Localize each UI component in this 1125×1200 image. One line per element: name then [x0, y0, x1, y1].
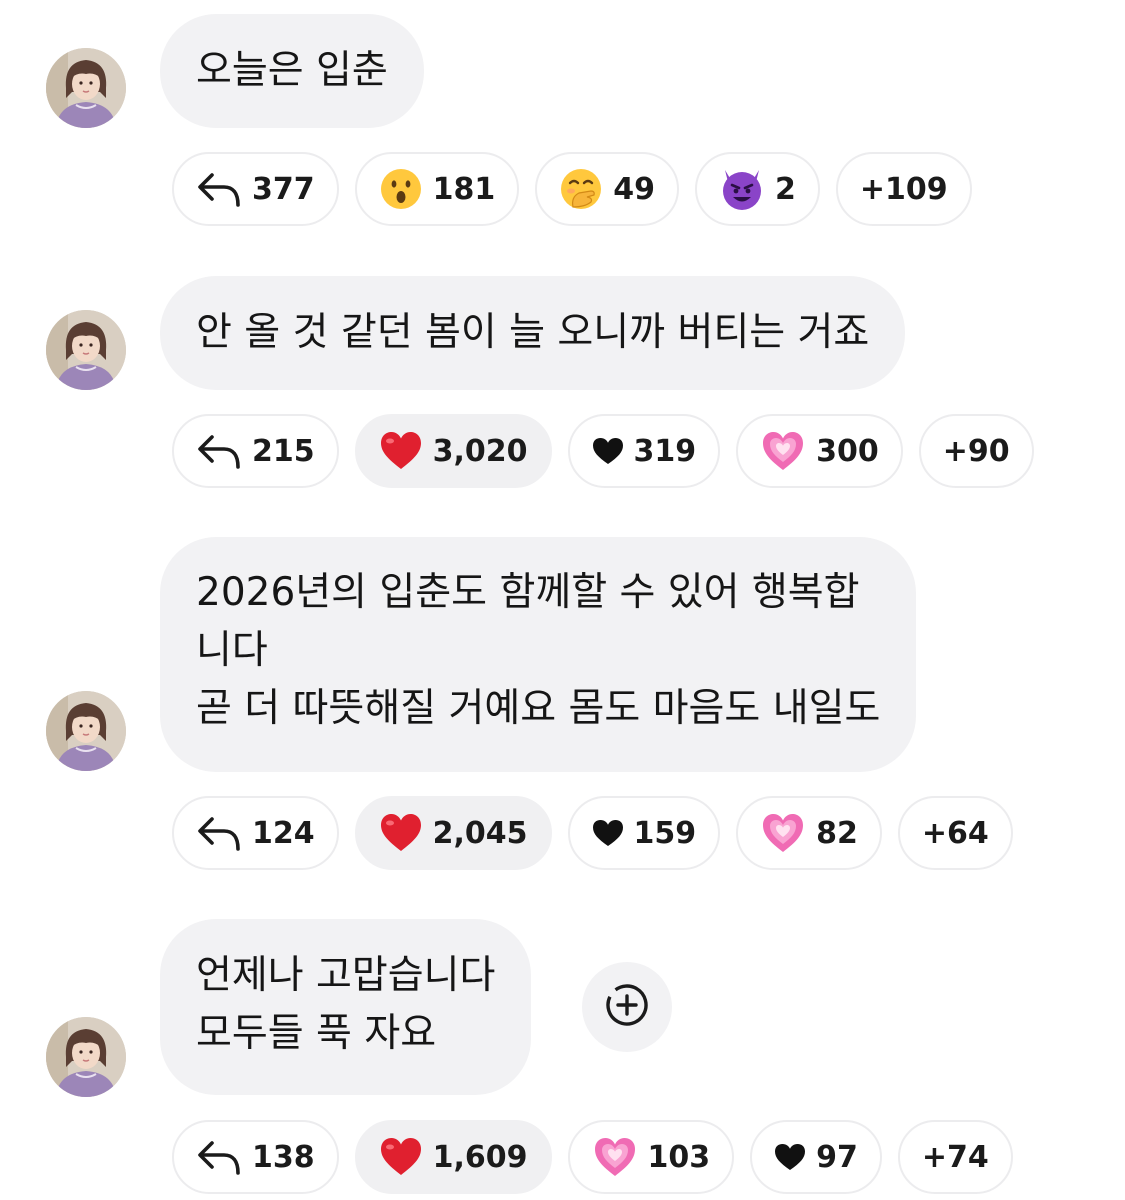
reaction-red-heart[interactable]: 1,609 [354, 1120, 552, 1194]
message-bubble[interactable]: 2026년의 입춘도 함께할 수 있어 행복합 니다 곧 더 따뜻해질 거예요 … [160, 537, 917, 772]
pink-sparkling-heart-emoji [760, 812, 806, 854]
smiling-devil-emoji [719, 166, 765, 212]
reaction-bar: 377 181 49 2 +109 [172, 152, 972, 230]
reaction-black-heart[interactable]: 97 [750, 1120, 882, 1194]
reaction-pink-heart[interactable]: 103 [567, 1120, 735, 1194]
red-heart-emoji [379, 813, 423, 853]
reaction-astonished[interactable]: 181 [354, 152, 520, 226]
more-reactions-button[interactable]: +64 [897, 796, 1013, 870]
red-heart-emoji [379, 431, 423, 471]
more-reactions-button[interactable]: +90 [918, 414, 1034, 488]
reply-button[interactable]: 124 [172, 796, 339, 870]
add-reaction-button[interactable] [582, 962, 672, 1052]
message-bubble[interactable]: 언제나 고맙습니다 모두들 푹 자요 [160, 919, 532, 1095]
reply-arrow-icon [196, 169, 242, 209]
reaction-black-heart[interactable]: 159 [567, 796, 721, 870]
message-text-line: 곧 더 따뜻해질 거예요 몸도 마음도 내일도 [196, 686, 881, 731]
black-heart-emoji [774, 1143, 806, 1171]
message-text-line: 언제나 고맙습니다 [196, 953, 496, 998]
face-with-hand-over-mouth-emoji [559, 167, 603, 211]
message-text-line: 니다 [196, 628, 268, 673]
reply-button[interactable]: 377 [172, 152, 339, 226]
avatar[interactable] [46, 1017, 126, 1097]
reaction-red-heart[interactable]: 2,045 [354, 796, 552, 870]
more-reactions-button[interactable]: +74 [897, 1120, 1013, 1194]
reaction-pink-heart[interactable]: 300 [736, 414, 903, 488]
reaction-hand-over-mouth[interactable]: 49 [535, 152, 679, 226]
black-heart-emoji [592, 819, 624, 847]
message-bubble[interactable]: 안 올 것 같던 봄이 늘 오니까 버티는 거죠 [160, 276, 906, 390]
astonished-face-emoji [379, 167, 423, 211]
reply-button[interactable]: 138 [172, 1120, 339, 1194]
reaction-pink-heart[interactable]: 82 [736, 796, 882, 870]
message-text-line: 2026년의 입춘도 함께할 수 있어 행복합 [196, 570, 860, 615]
reaction-bar: 215 3,020 319 300 +90 [172, 414, 1034, 492]
pink-sparkling-heart-emoji [592, 1136, 638, 1178]
message-text: 안 올 것 같던 봄이 늘 오니까 버티는 거죠 [196, 310, 870, 355]
avatar[interactable] [46, 48, 126, 128]
black-heart-emoji [592, 437, 624, 465]
reaction-bar: 138 1,609 103 97 +74 [172, 1120, 1013, 1198]
message-text: 오늘은 입춘 [196, 48, 388, 93]
avatar[interactable] [46, 310, 126, 390]
pink-sparkling-heart-emoji [760, 430, 806, 472]
reply-arrow-icon [196, 431, 242, 471]
reply-arrow-icon [196, 813, 242, 853]
message-text-line: 모두들 푹 자요 [196, 1011, 437, 1056]
add-reaction-icon [603, 981, 651, 1033]
red-heart-emoji [379, 1137, 423, 1177]
reaction-devil[interactable]: 2 [695, 152, 820, 226]
avatar[interactable] [46, 691, 126, 771]
reaction-bar: 124 2,045 159 82 +64 [172, 796, 1013, 874]
reply-button[interactable]: 215 [172, 414, 339, 488]
reaction-black-heart[interactable]: 319 [567, 414, 721, 488]
reaction-red-heart[interactable]: 3,020 [354, 414, 552, 488]
more-reactions-button[interactable]: +109 [835, 152, 972, 226]
reply-arrow-icon [196, 1137, 242, 1177]
message-bubble[interactable]: 오늘은 입춘 [160, 14, 424, 128]
